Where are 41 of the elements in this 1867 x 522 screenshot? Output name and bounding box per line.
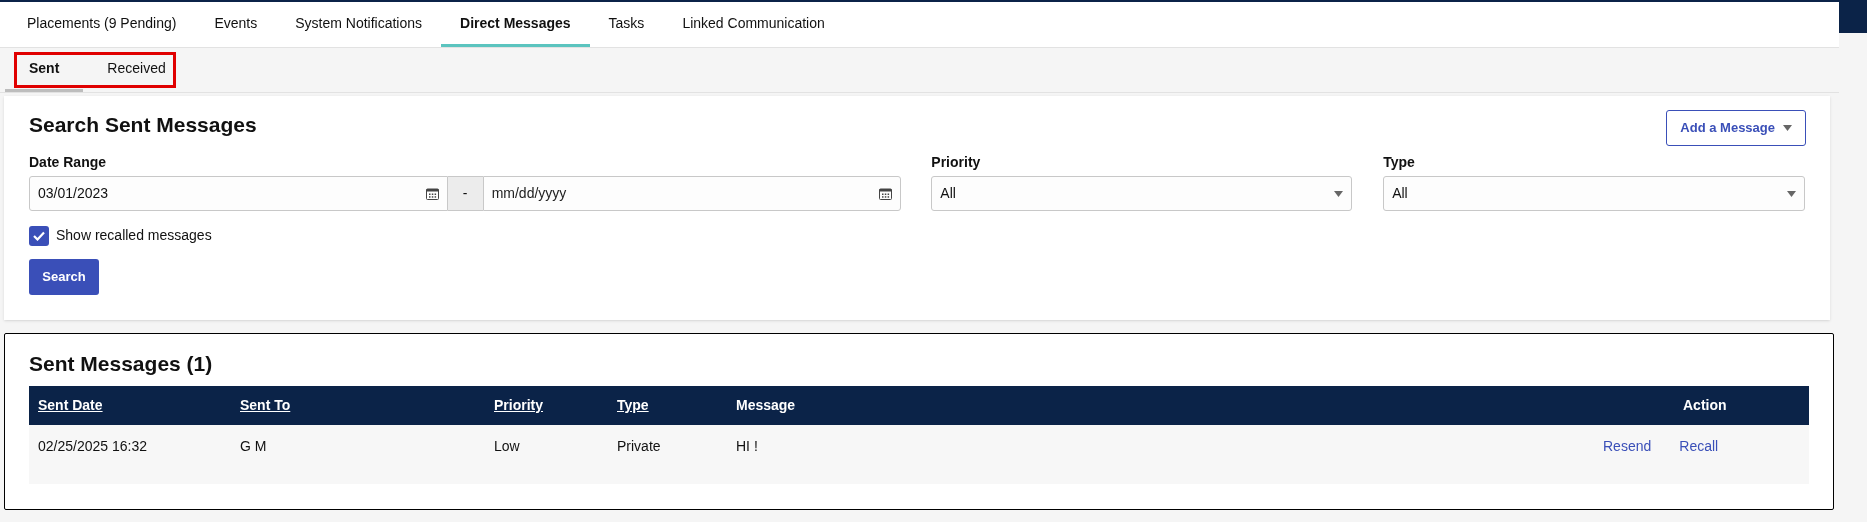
panel-title: Search Sent Messages — [29, 112, 257, 138]
range-separator: - — [447, 176, 483, 211]
table-cell: G M — [240, 438, 267, 454]
nav-tab[interactable]: Placements (9 Pending) — [8, 2, 196, 47]
nav-tab[interactable]: Tasks — [589, 2, 664, 47]
action-link[interactable]: Recall — [1679, 436, 1719, 457]
column-header[interactable]: Sent To — [240, 397, 291, 413]
column-header[interactable]: Priority — [494, 397, 543, 413]
checkbox-label: Show recalled messages — [56, 226, 212, 245]
table-cell: HI ! — [736, 438, 758, 454]
nav-tab[interactable]: System Notifications — [276, 2, 442, 47]
checkbox[interactable] — [29, 225, 49, 246]
field-label: Type — [1383, 153, 1416, 172]
add-message-button[interactable]: Add a Message — [1666, 110, 1806, 146]
field-label: Date Range — [29, 153, 108, 172]
table-cell: Low — [494, 438, 520, 454]
sub-tab[interactable]: Received — [83, 48, 190, 92]
checkmark-icon — [33, 230, 45, 241]
column-header: Action — [1683, 397, 1727, 413]
date-field[interactable]: 03/01/2023 — [29, 176, 448, 211]
action-link[interactable]: Resend — [1603, 436, 1652, 457]
nav-tab[interactable]: Linked Communication — [663, 2, 844, 47]
panel-title: Sent Messages (1) — [29, 351, 214, 377]
calendar-icon[interactable] — [879, 187, 893, 200]
date-field[interactable]: mm/dd/yyyy — [482, 176, 902, 211]
nav-tab[interactable]: Direct Messages — [441, 2, 590, 47]
caret-icon — [1334, 190, 1344, 197]
caret-icon — [1783, 125, 1792, 131]
sub-tab[interactable]: Sent — [5, 48, 84, 92]
calendar-icon[interactable] — [425, 187, 439, 200]
search-button[interactable]: Search — [29, 259, 99, 295]
column-header: Message — [736, 397, 796, 413]
column-header[interactable]: Sent Date — [38, 397, 103, 413]
column-header[interactable]: Type — [617, 397, 649, 413]
table-cell: 02/25/2025 16:32 — [38, 438, 147, 454]
type-select[interactable]: All — [1383, 176, 1805, 211]
table-cell: Private — [617, 438, 661, 454]
priority-select[interactable]: All — [931, 176, 1353, 211]
field-label: Priority — [931, 153, 982, 172]
nav-tab[interactable]: Events — [195, 2, 277, 47]
caret-icon — [1787, 190, 1796, 197]
